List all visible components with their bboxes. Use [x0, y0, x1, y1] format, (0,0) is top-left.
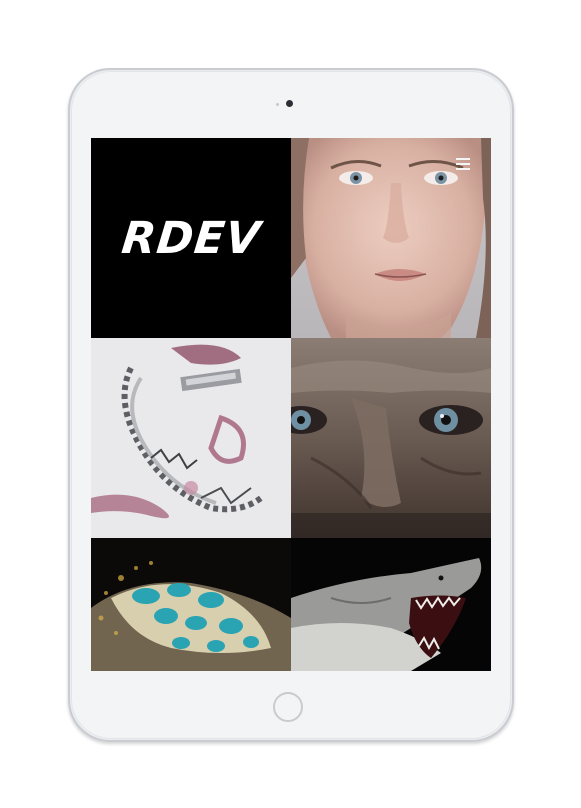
hamburger-menu-icon[interactable] — [456, 158, 470, 170]
shark-image — [291, 538, 491, 671]
front-camera — [286, 100, 293, 107]
gallery-tile-eyes-closeup[interactable] — [291, 338, 491, 538]
gallery-tile-abstract-sculpture[interactable] — [91, 338, 291, 538]
logo-tile[interactable]: RDEV — [91, 138, 291, 338]
gallery-tile-woman-portrait[interactable] — [291, 138, 491, 338]
abstract-sculpture-image — [91, 338, 291, 538]
eyes-closeup-image — [291, 338, 491, 538]
coral-creature-image — [91, 538, 291, 671]
proximity-sensor — [276, 103, 279, 106]
gallery-tile-shark[interactable] — [291, 538, 491, 671]
app-screen: RDEV — [91, 138, 491, 671]
brand-logo[interactable]: RDEV — [119, 213, 263, 264]
home-button[interactable] — [273, 692, 303, 722]
gallery-tile-coral-creature[interactable] — [91, 538, 291, 671]
